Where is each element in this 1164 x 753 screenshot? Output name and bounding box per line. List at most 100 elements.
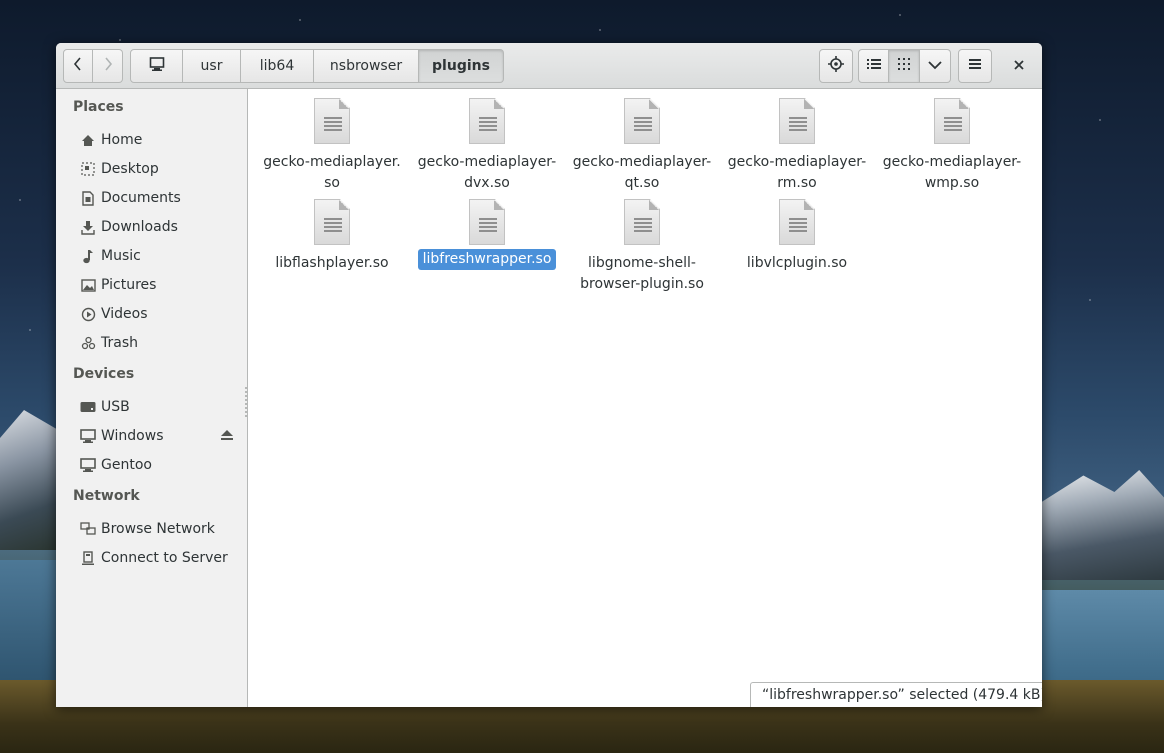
file-icon [314,199,350,245]
file-icon [469,199,505,245]
file-item[interactable]: gecko-mediaplayer-rm.so [722,98,872,194]
downloads-icon [80,219,96,235]
sidebar-item-label: Downloads [101,219,178,235]
file-name: gecko-mediaplayer-rm.so [727,154,867,191]
sidebar-item-label: Pictures [101,277,157,293]
back-button[interactable] [63,49,93,83]
desktop-icon [80,161,96,177]
monitor-icon [80,428,96,444]
network-heading: Network [73,488,140,504]
file-icon [469,98,505,144]
breadcrumb-usr[interactable]: usr [183,49,241,83]
wallpaper-lake-right [1040,590,1164,680]
sidebar-item-usb[interactable]: USB [80,395,130,419]
sidebar-item-label: USB [101,399,130,415]
devices-heading: Devices [73,366,135,382]
sidebar-item-pictures[interactable]: Pictures [80,273,156,297]
hamburger-icon [968,58,982,74]
sidebar-item-label: Connect to Server [101,550,228,566]
wallpaper-mountain-left [0,410,60,550]
close-icon [1014,58,1024,74]
file-name: gecko-mediaplayer-wmp.so [882,154,1022,191]
sidebar-item-label: Documents [101,190,181,206]
forward-button[interactable] [93,49,123,83]
file-name: gecko-mediaplayer. so [263,154,401,191]
breadcrumb-nsbrowser[interactable]: nsbrowser [314,49,419,83]
sidebar-item-desktop[interactable]: Desktop [80,157,159,181]
file-name-selected: libfreshwrapper.so [417,249,557,270]
view-options-button[interactable] [920,49,951,83]
chevron-left-icon [73,57,83,75]
sidebar-item-home[interactable]: Home [80,128,142,152]
sidebar-item-label: Music [101,248,141,264]
crosshair-icon [827,55,845,77]
pictures-icon [80,277,96,293]
breadcrumb-computer[interactable] [130,49,183,83]
file-icon [779,199,815,245]
sidebar-item-connect-to-server[interactable]: Connect to Server [80,546,228,570]
file-manager-window: usr lib64 nsbrowser plugins Places Home … [56,43,1042,707]
computer-icon [149,56,165,76]
file-icon [934,98,970,144]
file-item[interactable]: gecko-mediaplayer. so [257,98,407,194]
selection-status: “libfreshwrapper.so” selected (479.4 kB) [750,682,1042,707]
server-icon [80,550,96,566]
file-item[interactable]: gecko-mediaplayer-qt.so [567,98,717,194]
breadcrumb-lib64[interactable]: lib64 [241,49,314,83]
file-name: libflashplayer.so [275,255,389,271]
eject-icon[interactable] [220,429,234,444]
file-item[interactable]: libgnome-shell-browser-plugin.so [567,199,717,295]
sidebar-resize-handle[interactable] [245,387,247,417]
videos-icon [80,306,96,322]
monitor-icon [80,457,96,473]
drive-icon [80,399,96,415]
sidebar-item-browse-network[interactable]: Browse Network [80,517,215,541]
sidebar-item-windows[interactable]: Windows [80,424,164,448]
sidebar: Places Home Desktop Documents Downloads … [56,89,248,707]
file-name: gecko-mediaplayer-qt.so [572,154,712,191]
wallpaper-lake-left [0,560,60,680]
grid-view-button[interactable] [889,49,920,83]
network-icon [80,521,96,537]
sidebar-item-label: Browse Network [101,521,215,537]
location-button[interactable] [819,49,853,83]
file-item[interactable]: gecko-mediaplayer-wmp.so [877,98,1027,194]
grid-icon [898,58,910,74]
sidebar-item-documents[interactable]: Documents [80,186,181,210]
sidebar-item-trash[interactable]: Trash [80,331,138,355]
file-icon [314,98,350,144]
chevron-right-icon [103,57,113,75]
sidebar-item-label: Trash [101,335,138,351]
sidebar-item-label: Home [101,132,143,148]
sidebar-item-downloads[interactable]: Downloads [80,215,178,239]
sidebar-item-music[interactable]: Music [80,244,141,268]
sidebar-item-label: Windows [101,428,164,444]
documents-icon [80,190,96,206]
list-view-button[interactable] [858,49,889,83]
places-heading: Places [73,99,124,115]
home-icon [80,132,96,148]
file-icon [779,98,815,144]
breadcrumb-plugins[interactable]: plugins [419,49,504,83]
file-icon [624,199,660,245]
file-grid: gecko-mediaplayer. so gecko-mediaplayer-d… [249,89,1042,707]
music-icon [80,248,96,264]
file-item-selected[interactable]: libfreshwrapper.so [412,199,562,270]
sidebar-item-label: Videos [101,306,148,322]
menu-button[interactable] [958,49,992,83]
sidebar-item-label: Desktop [101,161,159,177]
file-name: libgnome-shell-browser-plugin.so [580,255,704,292]
headerbar: usr lib64 nsbrowser plugins [56,43,1042,89]
sidebar-item-label: Gentoo [101,457,152,473]
file-item[interactable]: libflashplayer.so [257,199,407,274]
chevron-down-icon [928,58,942,74]
file-name: gecko-mediaplayer-dvx.so [417,154,557,191]
file-item[interactable]: libvlcplugin.so [722,199,872,274]
list-icon [866,58,881,74]
sidebar-item-videos[interactable]: Videos [80,302,148,326]
close-button[interactable] [1007,56,1031,76]
file-name: libvlcplugin.so [746,255,848,271]
sidebar-item-gentoo[interactable]: Gentoo [80,453,152,477]
trash-icon [80,335,96,351]
file-item[interactable]: gecko-mediaplayer-dvx.so [412,98,562,194]
